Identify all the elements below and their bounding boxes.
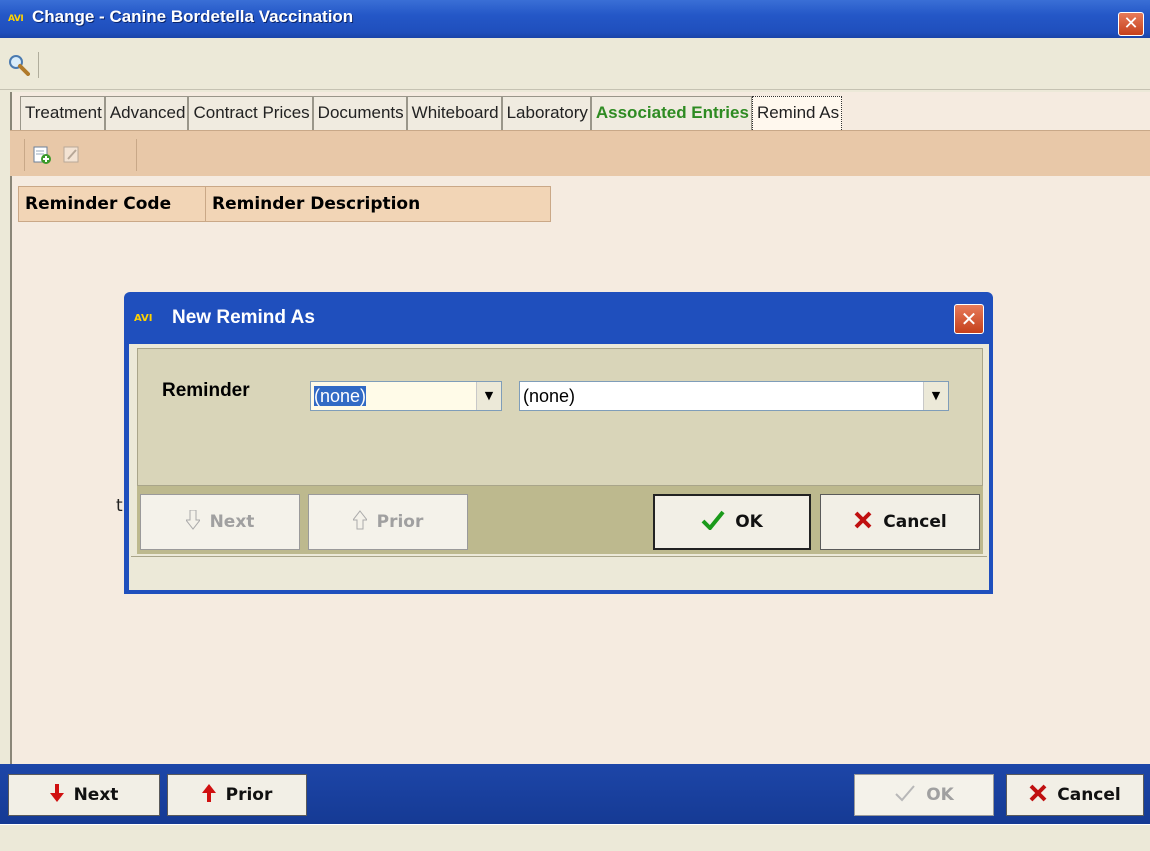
x-icon (853, 510, 873, 535)
new-record-icon[interactable] (32, 145, 52, 165)
prior-button-label: Prior (225, 785, 273, 805)
toolbar-separator (24, 139, 25, 171)
dropdown-arrow-icon[interactable]: ▼ (923, 382, 948, 410)
ok-button[interactable]: OK (854, 774, 994, 816)
reminder-description-value: (none) (523, 386, 576, 406)
tab-treatment[interactable]: Treatment (20, 96, 105, 130)
dialog-next-label: Next (209, 512, 255, 532)
record-toolbar (16, 135, 1150, 175)
window-close-button[interactable]: ✕ (1118, 12, 1144, 36)
dialog-ok-button[interactable]: OK (653, 494, 811, 550)
status-bar (0, 824, 1150, 851)
main-toolbar (0, 38, 1150, 90)
column-header-reminder-code[interactable]: Reminder Code (19, 187, 206, 221)
tab-laboratory[interactable]: Laboratory (501, 96, 591, 130)
dialog-ok-label: OK (735, 512, 763, 532)
arrow-down-icon (184, 509, 201, 535)
dialog-close-button[interactable]: ✕ (954, 304, 984, 334)
app-logo-icon: AVI (8, 14, 24, 24)
reminder-code-dropdown[interactable]: (none) ▼ (310, 381, 502, 411)
cancel-button[interactable]: Cancel (1006, 774, 1144, 816)
tab-whiteboard[interactable]: Whiteboard (406, 96, 502, 130)
tab-documents[interactable]: Documents (312, 96, 407, 130)
dialog-title: New Remind As (172, 307, 315, 328)
reminder-code-value: (none) (314, 386, 367, 406)
column-header-reminder-description[interactable]: Reminder Description (206, 187, 550, 221)
x-icon (1029, 784, 1047, 807)
dialog-status-bar (131, 556, 987, 588)
cancel-button-label: Cancel (1057, 785, 1121, 805)
reminder-label: Reminder (162, 380, 250, 401)
toolbar-separator (38, 52, 39, 78)
dialog-cancel-button[interactable]: Cancel (820, 494, 980, 550)
app-logo-icon: AVI (134, 313, 153, 324)
arrow-down-icon (49, 783, 64, 807)
tab-advanced[interactable]: Advanced (104, 96, 189, 130)
dialog-cancel-label: Cancel (883, 512, 947, 532)
arrow-up-icon (201, 783, 216, 807)
search-icon[interactable] (8, 54, 30, 76)
edit-record-icon[interactable] (62, 145, 82, 165)
check-icon (701, 510, 725, 535)
reminder-description-dropdown[interactable]: (none) ▼ (519, 381, 949, 411)
tab-associated-entries[interactable]: Associated Entries (590, 96, 752, 130)
dialog-prior-label: Prior (376, 512, 424, 532)
check-icon (894, 784, 916, 807)
window-title: Change - Canine Bordetella Vaccination (32, 7, 354, 26)
dropdown-arrow-icon[interactable]: ▼ (476, 382, 501, 410)
prior-button[interactable]: Prior (167, 774, 307, 816)
tab-remind-as[interactable]: Remind As (751, 96, 843, 130)
grid-header: Reminder Code Reminder Description (18, 186, 551, 222)
tab-contract-prices[interactable]: Contract Prices (188, 96, 313, 130)
stray-text: t (116, 496, 123, 516)
dialog-prior-button[interactable]: Prior (308, 494, 468, 550)
toolbar-separator (136, 139, 137, 171)
ok-button-label: OK (926, 785, 954, 805)
tab-bar: Treatment Advanced Contract Prices Docum… (20, 96, 843, 130)
next-button-label: Next (73, 785, 119, 805)
dialog-field-panel (137, 348, 983, 486)
dialog-next-button[interactable]: Next (140, 494, 300, 550)
next-button[interactable]: Next (8, 774, 160, 816)
arrow-up-icon (351, 509, 368, 535)
